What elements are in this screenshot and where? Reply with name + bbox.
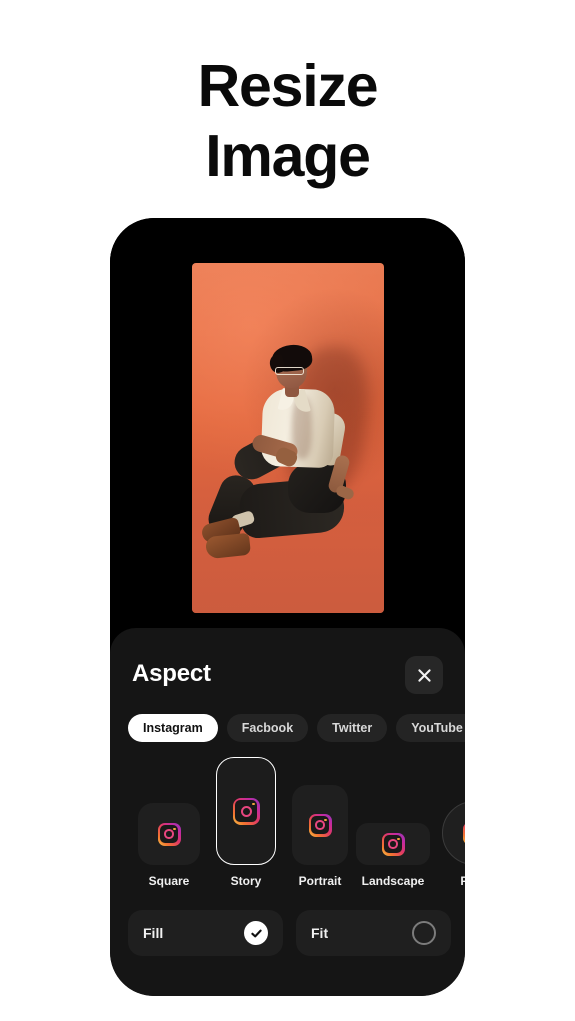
tab-facebook[interactable]: Facbook	[226, 714, 309, 742]
sheet-title: Aspect	[132, 660, 211, 687]
tab-youtube-label: YouTube	[411, 721, 463, 735]
aspect-card-square	[138, 803, 200, 865]
check-circle-icon	[244, 921, 268, 945]
phone-mockup: Aspect Instagram Facbook Twitter YouTube…	[110, 218, 465, 996]
aspect-card-portrait	[292, 785, 348, 865]
instagram-icon-dot	[173, 827, 176, 830]
aspect-bottom-sheet: Aspect Instagram Facbook Twitter YouTube…	[110, 628, 465, 996]
close-button[interactable]	[405, 656, 443, 694]
aspect-label-portrait: Portrait	[298, 874, 342, 888]
instagram-icon-dot	[324, 818, 327, 821]
tab-twitter-label: Twitter	[332, 721, 373, 735]
aspect-label-square: Square	[148, 874, 190, 888]
tab-youtube[interactable]: YouTube	[396, 714, 465, 742]
mode-fit[interactable]: Fit	[296, 910, 451, 956]
aspect-label-profile: Profi	[460, 874, 465, 888]
aspect-options-list: Square Story Portrait Landscape P	[126, 756, 465, 888]
tab-instagram[interactable]: Instagram	[128, 714, 218, 742]
platform-tabs: Instagram Facbook Twitter YouTube	[128, 714, 465, 742]
aspect-card-landscape	[356, 823, 430, 865]
sheet-header: Aspect	[132, 656, 443, 696]
aspect-label-landscape: Landscape	[361, 874, 425, 888]
fit-mode-group: Fill Fit	[128, 910, 451, 956]
aspect-card-story	[216, 757, 276, 865]
aspect-option-portrait[interactable]: Portrait	[292, 785, 348, 888]
instagram-icon-lens	[315, 820, 325, 830]
instagram-icon	[462, 821, 465, 845]
page-title: Resize Image	[0, 52, 575, 191]
aspect-option-landscape[interactable]: Landscape	[356, 823, 430, 888]
instagram-icon-lens	[388, 839, 398, 849]
tab-instagram-label: Instagram	[143, 721, 203, 735]
photo-figure-glasses	[275, 367, 304, 375]
instagram-icon-dot	[252, 802, 255, 805]
mode-fit-label: Fit	[311, 925, 329, 941]
tab-facebook-label: Facbook	[241, 721, 294, 735]
instagram-icon	[232, 797, 260, 825]
instagram-icon-lens	[240, 805, 252, 817]
mode-fill[interactable]: Fill	[128, 910, 283, 956]
aspect-option-story[interactable]: Story	[216, 757, 276, 888]
empty-circle-icon	[412, 921, 436, 945]
aspect-option-square[interactable]: Square	[138, 803, 200, 888]
instagram-icon	[157, 822, 181, 846]
mode-fill-label: Fill	[143, 925, 164, 941]
instagram-icon	[381, 832, 405, 856]
aspect-option-profile[interactable]: Profi	[442, 801, 465, 888]
instagram-icon-dot	[397, 837, 400, 840]
aspect-card-profile	[442, 801, 465, 865]
page-title-line-1: Resize	[197, 53, 379, 119]
page-title-line-2: Image	[205, 122, 371, 189]
preview-photo[interactable]	[192, 263, 384, 613]
aspect-label-story: Story	[230, 874, 262, 888]
screenshot-root: Resize Image Aspect Instagram Facbook Tw…	[0, 0, 575, 1021]
tab-twitter[interactable]: Twitter	[317, 714, 388, 742]
instagram-icon	[308, 813, 332, 837]
instagram-icon-lens	[164, 829, 174, 839]
image-preview-area	[110, 218, 465, 628]
close-icon	[417, 668, 432, 683]
photo-figure-shoe-front	[204, 532, 252, 560]
